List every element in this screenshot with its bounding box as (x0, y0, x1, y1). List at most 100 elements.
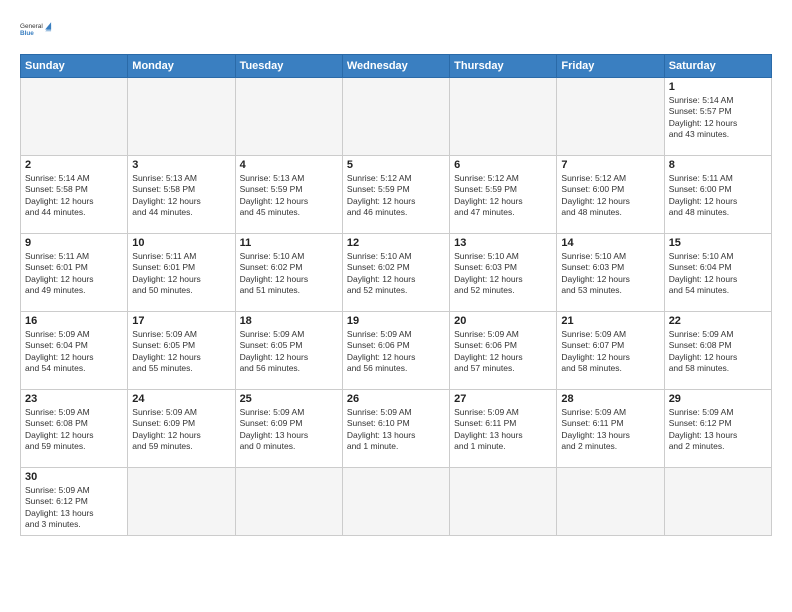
calendar-cell: 12 Sunrise: 5:10 AM Sunset: 6:02 PM Dayli… (342, 234, 449, 312)
calendar-cell: 14 Sunrise: 5:10 AM Sunset: 6:03 PM Dayli… (557, 234, 664, 312)
calendar-cell (557, 468, 664, 536)
day-info: Sunrise: 5:10 AM Sunset: 6:03 PM Dayligh… (561, 251, 659, 297)
day-number: 18 (240, 315, 338, 327)
logo: GeneralBlue (20, 16, 52, 44)
day-number: 16 (25, 315, 123, 327)
day-info: Sunrise: 5:12 AM Sunset: 6:00 PM Dayligh… (561, 173, 659, 219)
calendar-weekday-header: Monday (128, 55, 235, 78)
calendar-weekday-header: Thursday (450, 55, 557, 78)
day-info: Sunrise: 5:10 AM Sunset: 6:02 PM Dayligh… (240, 251, 338, 297)
day-number: 26 (347, 393, 445, 405)
calendar-cell: 28 Sunrise: 5:09 AM Sunset: 6:11 PM Dayli… (557, 390, 664, 468)
day-number: 19 (347, 315, 445, 327)
day-info: Sunrise: 5:09 AM Sunset: 6:05 PM Dayligh… (240, 329, 338, 375)
day-number: 22 (669, 315, 767, 327)
svg-text:General: General (20, 23, 43, 30)
day-number: 30 (25, 471, 123, 483)
calendar-weekday-header: Sunday (21, 55, 128, 78)
calendar-cell: 6Sunrise: 5:12 AM Sunset: 5:59 PM Daylig… (450, 156, 557, 234)
day-info: Sunrise: 5:13 AM Sunset: 5:58 PM Dayligh… (132, 173, 230, 219)
day-info: Sunrise: 5:09 AM Sunset: 6:12 PM Dayligh… (669, 407, 767, 453)
day-info: Sunrise: 5:09 AM Sunset: 6:12 PM Dayligh… (25, 485, 123, 531)
calendar-cell: 25 Sunrise: 5:09 AM Sunset: 6:09 PM Dayli… (235, 390, 342, 468)
calendar-cell (342, 468, 449, 536)
day-info: Sunrise: 5:14 AM Sunset: 5:57 PM Dayligh… (669, 95, 767, 141)
day-info: Sunrise: 5:09 AM Sunset: 6:09 PM Dayligh… (240, 407, 338, 453)
calendar-cell: 10 Sunrise: 5:11 AM Sunset: 6:01 PM Dayli… (128, 234, 235, 312)
day-number: 13 (454, 237, 552, 249)
day-info: Sunrise: 5:09 AM Sunset: 6:07 PM Dayligh… (561, 329, 659, 375)
day-info: Sunrise: 5:09 AM Sunset: 6:05 PM Dayligh… (132, 329, 230, 375)
day-number: 29 (669, 393, 767, 405)
day-info: Sunrise: 5:10 AM Sunset: 6:02 PM Dayligh… (347, 251, 445, 297)
calendar-cell: 20 Sunrise: 5:09 AM Sunset: 6:06 PM Dayli… (450, 312, 557, 390)
calendar-cell (664, 468, 771, 536)
calendar-cell (450, 468, 557, 536)
day-info: Sunrise: 5:09 AM Sunset: 6:08 PM Dayligh… (669, 329, 767, 375)
calendar-weekday-header: Saturday (664, 55, 771, 78)
calendar-cell: 2Sunrise: 5:14 AM Sunset: 5:58 PM Daylig… (21, 156, 128, 234)
day-number: 9 (25, 237, 123, 249)
day-number: 7 (561, 159, 659, 171)
calendar-cell: 3Sunrise: 5:13 AM Sunset: 5:58 PM Daylig… (128, 156, 235, 234)
calendar-cell: 13 Sunrise: 5:10 AM Sunset: 6:03 PM Dayli… (450, 234, 557, 312)
calendar-header-row: SundayMondayTuesdayWednesdayThursdayFrid… (21, 55, 772, 78)
day-number: 5 (347, 159, 445, 171)
day-info: Sunrise: 5:14 AM Sunset: 5:58 PM Dayligh… (25, 173, 123, 219)
calendar-cell: 4 Sunrise: 5:13 AM Sunset: 5:59 PM Daylig… (235, 156, 342, 234)
day-info: Sunrise: 5:11 AM Sunset: 6:01 PM Dayligh… (132, 251, 230, 297)
calendar-cell (21, 78, 128, 156)
day-number: 20 (454, 315, 552, 327)
calendar-cell: 21Sunrise: 5:09 AM Sunset: 6:07 PM Dayli… (557, 312, 664, 390)
day-number: 10 (132, 237, 230, 249)
calendar-cell: 9 Sunrise: 5:11 AM Sunset: 6:01 PM Daylig… (21, 234, 128, 312)
calendar-cell: 19Sunrise: 5:09 AM Sunset: 6:06 PM Dayli… (342, 312, 449, 390)
day-number: 12 (347, 237, 445, 249)
calendar-cell: 30 Sunrise: 5:09 AM Sunset: 6:12 PM Dayli… (21, 468, 128, 536)
day-info: Sunrise: 5:10 AM Sunset: 6:04 PM Dayligh… (669, 251, 767, 297)
calendar-cell: 5 Sunrise: 5:12 AM Sunset: 5:59 PM Daylig… (342, 156, 449, 234)
day-info: Sunrise: 5:09 AM Sunset: 6:11 PM Dayligh… (561, 407, 659, 453)
day-number: 25 (240, 393, 338, 405)
day-info: Sunrise: 5:12 AM Sunset: 5:59 PM Dayligh… (347, 173, 445, 219)
calendar-cell: 26 Sunrise: 5:09 AM Sunset: 6:10 PM Dayli… (342, 390, 449, 468)
day-number: 4 (240, 159, 338, 171)
page: GeneralBlue SundayMondayTuesdayWednesday… (0, 0, 792, 612)
day-number: 14 (561, 237, 659, 249)
day-info: Sunrise: 5:11 AM Sunset: 6:00 PM Dayligh… (669, 173, 767, 219)
day-info: Sunrise: 5:09 AM Sunset: 6:09 PM Dayligh… (132, 407, 230, 453)
day-info: Sunrise: 5:10 AM Sunset: 6:03 PM Dayligh… (454, 251, 552, 297)
calendar-cell: 23 Sunrise: 5:09 AM Sunset: 6:08 PM Dayli… (21, 390, 128, 468)
day-info: Sunrise: 5:09 AM Sunset: 6:08 PM Dayligh… (25, 407, 123, 453)
calendar-cell: 22 Sunrise: 5:09 AM Sunset: 6:08 PM Dayli… (664, 312, 771, 390)
generalblue-logo-icon: GeneralBlue (20, 16, 52, 44)
svg-text:Blue: Blue (20, 30, 34, 37)
day-number: 8 (669, 159, 767, 171)
day-info: Sunrise: 5:12 AM Sunset: 5:59 PM Dayligh… (454, 173, 552, 219)
day-info: Sunrise: 5:09 AM Sunset: 6:11 PM Dayligh… (454, 407, 552, 453)
calendar-cell: 16 Sunrise: 5:09 AM Sunset: 6:04 PM Dayli… (21, 312, 128, 390)
calendar-cell: 15 Sunrise: 5:10 AM Sunset: 6:04 PM Dayli… (664, 234, 771, 312)
header: GeneralBlue (20, 16, 772, 44)
calendar-cell: 29 Sunrise: 5:09 AM Sunset: 6:12 PM Dayli… (664, 390, 771, 468)
calendar-cell: 18 Sunrise: 5:09 AM Sunset: 6:05 PM Dayli… (235, 312, 342, 390)
day-number: 27 (454, 393, 552, 405)
day-info: Sunrise: 5:09 AM Sunset: 6:06 PM Dayligh… (454, 329, 552, 375)
day-info: Sunrise: 5:09 AM Sunset: 6:04 PM Dayligh… (25, 329, 123, 375)
calendar-cell: 7 Sunrise: 5:12 AM Sunset: 6:00 PM Daylig… (557, 156, 664, 234)
day-info: Sunrise: 5:13 AM Sunset: 5:59 PM Dayligh… (240, 173, 338, 219)
day-number: 1 (669, 81, 767, 93)
calendar-cell: 17Sunrise: 5:09 AM Sunset: 6:05 PM Dayli… (128, 312, 235, 390)
day-number: 15 (669, 237, 767, 249)
day-number: 11 (240, 237, 338, 249)
calendar-cell (235, 468, 342, 536)
calendar-weekday-header: Friday (557, 55, 664, 78)
calendar-cell: 24 Sunrise: 5:09 AM Sunset: 6:09 PM Dayli… (128, 390, 235, 468)
day-number: 23 (25, 393, 123, 405)
day-info: Sunrise: 5:11 AM Sunset: 6:01 PM Dayligh… (25, 251, 123, 297)
day-info: Sunrise: 5:09 AM Sunset: 6:10 PM Dayligh… (347, 407, 445, 453)
day-number: 28 (561, 393, 659, 405)
calendar-cell (235, 78, 342, 156)
calendar-table: SundayMondayTuesdayWednesdayThursdayFrid… (20, 54, 772, 536)
day-number: 24 (132, 393, 230, 405)
